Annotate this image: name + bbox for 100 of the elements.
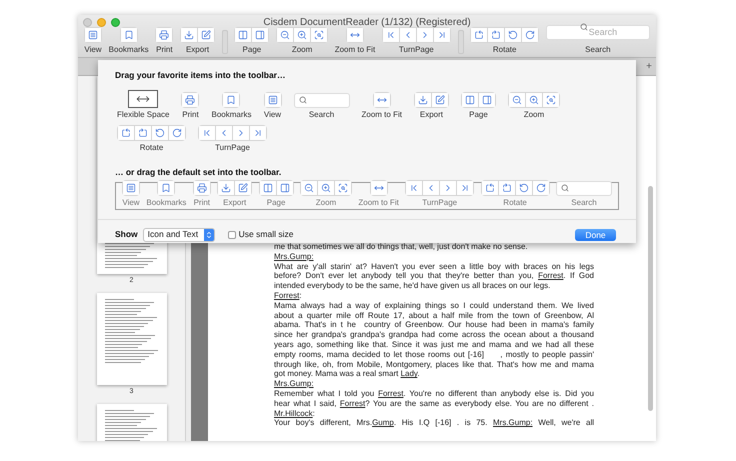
toolbar-label: Print: [182, 110, 199, 120]
first-page-button[interactable]: [406, 180, 422, 194]
actual-size-button[interactable]: [311, 28, 328, 42]
bookmark-icon: [161, 182, 172, 192]
last-page-icon: [436, 30, 447, 40]
next-page-button[interactable]: [233, 126, 249, 140]
done-button[interactable]: Done: [575, 228, 616, 240]
show-select[interactable]: Icon and Text: [142, 228, 215, 242]
previous-page-button[interactable]: [423, 180, 440, 194]
columns-icon: [238, 30, 248, 40]
search-field[interactable]: Search: [546, 24, 650, 40]
rotate-left-button[interactable]: [482, 180, 498, 194]
export-button[interactable]: [181, 28, 198, 42]
edit-button[interactable]: [432, 92, 448, 107]
rotate-left-button[interactable]: [471, 28, 488, 42]
bookmarks-button[interactable]: [120, 28, 137, 42]
printer-icon: [159, 30, 170, 40]
print-button[interactable]: [156, 28, 172, 42]
list-icon: [126, 182, 136, 192]
single-page-button[interactable]: [252, 28, 268, 42]
rotate-right-icon: [502, 182, 512, 192]
toolbar-label: TurnPage: [215, 142, 250, 153]
zoom-in-icon: [528, 94, 539, 105]
next-page-button[interactable]: [416, 28, 433, 42]
document-text-line: about a quarter mile off Route 17, about a half mile from the town of Greenbow, Al: [274, 310, 594, 320]
document-text-line: got money. Mama was a real smart Lady.: [274, 369, 421, 380]
actual-size-button[interactable]: [334, 180, 351, 194]
magnifier-icon: [338, 182, 348, 192]
toolbar-separator: [458, 30, 464, 54]
printer-icon: [196, 182, 207, 192]
zoom-to-fit-button[interactable]: [346, 28, 363, 42]
zoom-out-button[interactable]: [508, 92, 525, 107]
bookmarks-button[interactable]: [158, 180, 174, 194]
previous-page-button[interactable]: [216, 126, 232, 140]
page-thumbnail[interactable]: [96, 293, 166, 385]
two-page-button[interactable]: [260, 180, 276, 194]
actual-size-button[interactable]: [542, 92, 559, 107]
two-page-button[interactable]: [235, 28, 252, 42]
toolbar-label: Zoom: [524, 110, 544, 120]
rotate-right-button[interactable]: [135, 126, 151, 140]
search-field[interactable]: [556, 180, 612, 196]
document-text-line: What are y'all starin' at? Haven't you ever seen a little boy with braces on his legs: [274, 262, 594, 272]
previous-page-button[interactable]: [400, 28, 416, 42]
zoom-out-button[interactable]: [277, 28, 294, 42]
print-button[interactable]: [182, 92, 198, 107]
panel-icon: [482, 94, 492, 105]
zoom-in-icon: [297, 30, 308, 40]
toolbar-separator: [222, 30, 228, 54]
bookmark-icon: [124, 30, 134, 40]
edit-button[interactable]: [235, 180, 252, 194]
rotate-page-right-button[interactable]: [522, 28, 538, 42]
small-size-checkbox[interactable]: Use small size: [228, 228, 294, 241]
rotate-page-left-button[interactable]: [516, 180, 532, 194]
zoom-in-button[interactable]: [294, 28, 310, 42]
rotate-page-left-button[interactable]: [152, 126, 168, 140]
edit-button[interactable]: [198, 28, 214, 42]
search-field[interactable]: [294, 92, 350, 108]
zoom-in-button[interactable]: [526, 92, 542, 107]
last-page-button[interactable]: [434, 28, 450, 42]
export-button[interactable]: [218, 180, 234, 194]
zoom-out-button[interactable]: [300, 180, 317, 194]
document-text-line: Remember what I told you Forrest. You're no different than anybody else is. Did you: [274, 388, 594, 399]
document-text-line: Forrest:: [274, 290, 303, 301]
pen-square-icon: [434, 94, 445, 105]
single-page-button[interactable]: [478, 92, 495, 107]
last-page-button[interactable]: [457, 180, 474, 194]
first-page-icon: [202, 128, 212, 138]
rotate-page-right-button[interactable]: [169, 126, 185, 140]
new-tab-button[interactable]: +: [646, 59, 652, 74]
list-icon: [268, 94, 278, 105]
view-button[interactable]: [123, 180, 139, 194]
rotate-page-left-button[interactable]: [505, 28, 522, 42]
default-toolbar-set[interactable]: View Bookmarks Print Export Page Zoom Zoom to Fit TurnPage Rotate Search: [115, 182, 619, 210]
bookmarks-button[interactable]: [223, 92, 240, 107]
zoom-in-button[interactable]: [318, 180, 334, 194]
show-label: Show: [115, 228, 138, 241]
rotate-left-button[interactable]: [118, 126, 134, 140]
single-page-button[interactable]: [276, 180, 293, 194]
view-button[interactable]: [264, 92, 280, 107]
toolbar-label: Search: [308, 110, 334, 120]
toolbar-label: Bookmarks: [108, 45, 149, 55]
zoom-to-fit-button[interactable]: [374, 92, 390, 107]
flexible-space-item[interactable]: [128, 90, 158, 108]
rotate-right-button[interactable]: [488, 28, 504, 42]
rotate-page-right-button[interactable]: [532, 180, 549, 194]
next-page-button[interactable]: [440, 180, 456, 194]
export-button[interactable]: [414, 92, 431, 107]
rotate-right-icon: [536, 182, 546, 192]
view-button[interactable]: [85, 28, 101, 42]
zoom-window-button[interactable]: [111, 18, 120, 27]
print-button[interactable]: [194, 180, 210, 194]
last-page-button[interactable]: [250, 126, 266, 140]
rotate-right-button[interactable]: [498, 180, 515, 194]
two-page-button[interactable]: [462, 92, 478, 107]
download-icon: [418, 94, 428, 105]
first-page-button[interactable]: [382, 28, 399, 42]
zoom-to-fit-button[interactable]: [370, 180, 387, 194]
list-icon: [88, 30, 98, 40]
first-page-button[interactable]: [199, 126, 215, 140]
toolbar-label: Zoom: [292, 45, 312, 55]
